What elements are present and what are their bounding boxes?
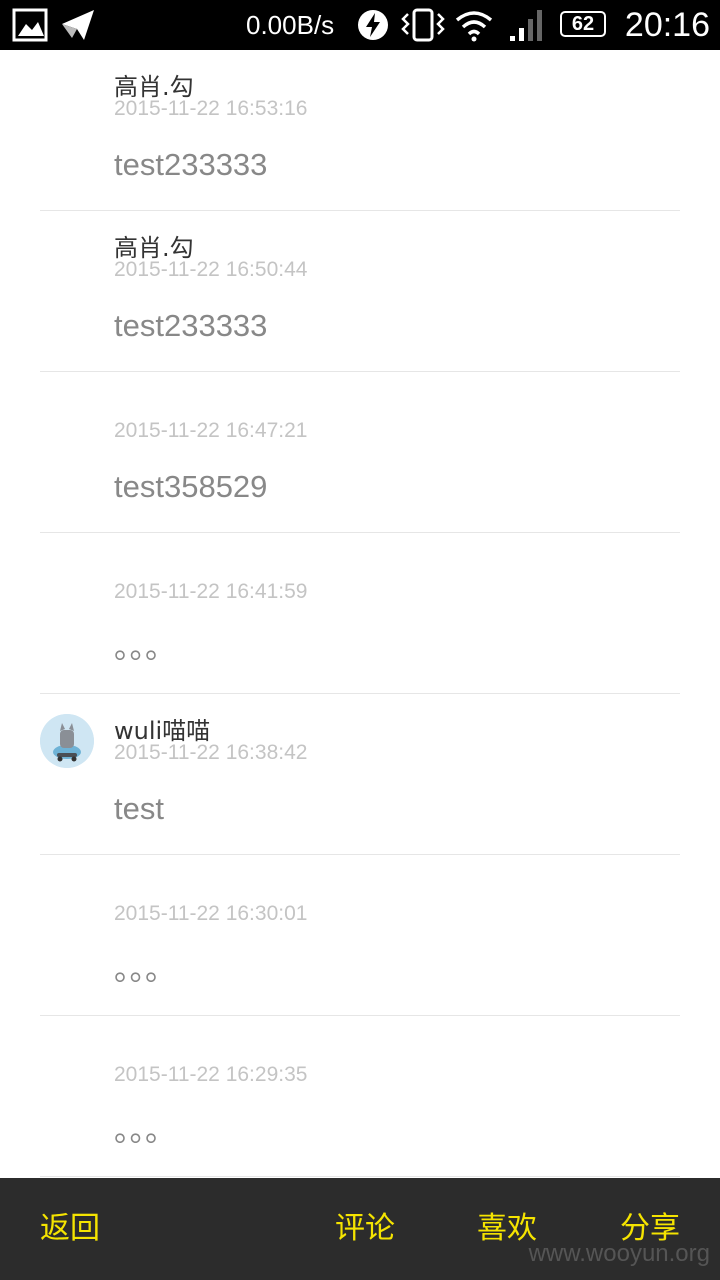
comment-item[interactable]: 2015-11-22 16:30:01 。。。 [0, 855, 720, 1016]
comment-timestamp: 2015-11-22 16:29:35 [114, 1063, 308, 1086]
bolt-icon [356, 8, 390, 42]
comment-content: test233333 [114, 308, 268, 343]
comment-list[interactable]: 高肖.勾 2015-11-22 16:53:16 test233333 高肖.勾… [0, 50, 720, 1178]
avatar[interactable] [40, 714, 94, 768]
cat-avatar-icon [40, 714, 94, 768]
comment-timestamp: 2015-11-22 16:47:21 [114, 419, 308, 442]
comment-content: test358529 [114, 469, 268, 504]
send-icon [60, 8, 96, 42]
wifi-icon [454, 8, 494, 42]
bottom-action-bar: 返回 评论 喜欢 分享 www.wooyun.org [0, 1178, 720, 1280]
comment-timestamp: 2015-11-22 16:50:44 [114, 258, 308, 281]
comment-item[interactable]: wuli喵喵 2015-11-22 16:38:42 test [0, 694, 720, 855]
comment-item[interactable]: 高肖.勾 2015-11-22 16:50:44 test233333 [0, 211, 720, 372]
comment-content: test233333 [114, 147, 268, 182]
gallery-icon [12, 8, 48, 42]
net-speed: 0.00B/s [246, 10, 335, 40]
battery-icon: 62 [560, 11, 606, 37]
comment-item[interactable]: 高肖.勾 2015-11-22 16:53:16 test233333 [0, 50, 720, 211]
comment-item[interactable]: 2015-11-22 16:41:59 。。。 [0, 533, 720, 694]
comment-timestamp: 2015-11-22 16:53:16 [114, 97, 308, 120]
signal-icon [508, 8, 548, 42]
comment-item[interactable]: 2015-11-22 16:47:21 test358529 [0, 372, 720, 533]
status-bar: 0.00B/s 62 20:16 [0, 0, 720, 50]
comment-content: 。。。 [114, 952, 176, 987]
comment-timestamp: 2015-11-22 16:41:59 [114, 580, 308, 603]
comment-timestamp: 2015-11-22 16:30:01 [114, 902, 308, 925]
comment-content: 。。。 [114, 630, 176, 665]
back-button[interactable]: 返回 [40, 1178, 100, 1280]
comment-item[interactable]: 2015-11-22 16:29:35 。。。 [0, 1016, 720, 1177]
clock: 20:16 [624, 6, 710, 44]
watermark: www.wooyun.org [528, 1240, 710, 1267]
comment-content: 。。。 [114, 1113, 176, 1148]
comment-timestamp: 2015-11-22 16:38:42 [114, 741, 308, 764]
vibrate-icon [400, 8, 446, 42]
comment-content: test [114, 791, 164, 826]
comment-button[interactable]: 评论 [335, 1178, 395, 1280]
